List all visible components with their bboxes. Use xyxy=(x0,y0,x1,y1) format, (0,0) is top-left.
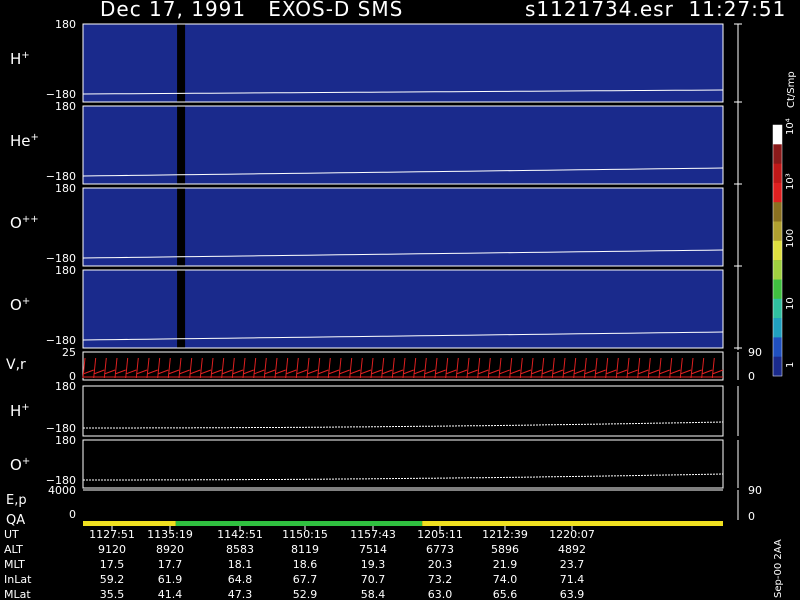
footer-note: Sep-00 2AA xyxy=(773,539,784,598)
axis-value: 23.7 xyxy=(559,558,585,571)
colorbar-tick-label: 10⁴ xyxy=(785,118,796,135)
y-tick-top: 180 xyxy=(55,18,76,31)
panel-label: O+ xyxy=(10,296,30,314)
plot-area: H+180−180He+180−180O++180−180O+180−180V,… xyxy=(6,18,796,530)
qa-y-bottom: 0 xyxy=(69,508,76,521)
axis-value: 52.9 xyxy=(292,588,318,600)
y-tick-top: 180 xyxy=(55,264,76,277)
axis-value: 18.1 xyxy=(227,558,253,571)
axis-value: 47.3 xyxy=(227,588,253,600)
y-tick-top: 180 xyxy=(55,100,76,113)
vr-right-top: 90 xyxy=(748,346,762,359)
axis-value: 35.5 xyxy=(99,588,125,600)
heatmap-data-gap xyxy=(177,270,186,348)
colorbar-step xyxy=(773,163,782,184)
colorbar-step xyxy=(773,356,782,377)
axis-value: 5896 xyxy=(491,543,519,556)
panel-label: H+ xyxy=(10,50,30,68)
axis-value: 6773 xyxy=(426,543,454,556)
colorbar-unit: Ct/Smp xyxy=(786,71,797,108)
colorbar-tick-label: 10³ xyxy=(785,173,796,190)
axis-value: 65.6 xyxy=(492,588,518,600)
axis-value: 7514 xyxy=(359,543,387,556)
line-panel-frame xyxy=(82,439,724,489)
axis-value: 8583 xyxy=(226,543,254,556)
colorbar-step xyxy=(773,298,782,319)
heatmap-data-gap xyxy=(177,106,186,184)
axis-row-label: InLat xyxy=(4,573,32,586)
y-tick-top: 180 xyxy=(55,182,76,195)
axis-value: 63.0 xyxy=(427,588,453,600)
panel-label: O++ xyxy=(10,214,39,232)
axis-row-label: ALT xyxy=(4,543,23,556)
ep-right-top: 90 xyxy=(748,484,762,497)
colorbar-step xyxy=(773,337,782,358)
axis-value: 18.6 xyxy=(292,558,318,571)
axis-row-label: MLat xyxy=(4,588,31,600)
qa-segment xyxy=(175,521,423,526)
colorbar-step xyxy=(773,144,782,164)
line-panel-label: O+ xyxy=(10,456,30,474)
vr-label: V,r xyxy=(6,357,26,373)
qa-segment xyxy=(83,521,176,526)
ep-y-top: 4000 xyxy=(48,484,76,497)
axis-row-label: UT xyxy=(4,528,19,541)
axis-value: 67.7 xyxy=(292,573,318,586)
axis-value: 63.9 xyxy=(559,588,585,600)
axis-value: 74.0 xyxy=(492,573,518,586)
axis-value: 58.4 xyxy=(360,588,386,600)
vr-y-top: 25 xyxy=(62,346,76,359)
axis-value: 1135:19 xyxy=(147,528,193,541)
colorbar-step xyxy=(773,318,782,338)
axis-value: 8119 xyxy=(291,543,319,556)
axis-value: 1205:11 xyxy=(417,528,463,541)
line-panel-frame xyxy=(82,385,724,437)
axis-value: 9120 xyxy=(98,543,126,556)
axis-value: 1142:51 xyxy=(217,528,263,541)
axis-value: 8920 xyxy=(156,543,184,556)
colorbar-step xyxy=(773,260,782,280)
colorbar-step xyxy=(773,182,782,203)
axis-value: 64.8 xyxy=(227,573,253,586)
axis-value: 61.9 xyxy=(157,573,183,586)
qa-label: QA xyxy=(6,513,25,528)
axis-value: 1220:07 xyxy=(549,528,595,541)
line-panel-y-top: 180 xyxy=(55,380,76,393)
line-panel-label: H+ xyxy=(10,402,30,420)
ep-label: E,p xyxy=(6,493,27,508)
panel-label: He+ xyxy=(10,132,39,150)
axis-value: 21.9 xyxy=(492,558,518,571)
colorbar-tick-label: 100 xyxy=(785,229,796,248)
colorbar-step xyxy=(773,202,782,222)
chart-root: Dec 17, 1991 EXOS-D SMS s1121734.esr 11:… xyxy=(0,0,800,600)
qa-segment xyxy=(422,521,723,526)
qa-right-bottom: 0 xyxy=(748,510,755,523)
axis-row-label: MLT xyxy=(4,558,25,571)
colorbar-step xyxy=(773,279,782,300)
colorbar-step xyxy=(773,221,782,242)
axis-value: 1212:39 xyxy=(482,528,528,541)
colorbar-step xyxy=(773,125,782,145)
axis-value: 70.7 xyxy=(360,573,386,586)
axis-value: 71.4 xyxy=(559,573,585,586)
axis-value: 41.4 xyxy=(157,588,183,600)
axis-value: 19.3 xyxy=(360,558,386,571)
axis-value: 59.2 xyxy=(99,573,125,586)
colorbar-tick-label: 10 xyxy=(785,297,796,310)
axis-value: 1157:43 xyxy=(350,528,396,541)
colorbar-tick-label: 1 xyxy=(785,362,796,368)
axis-value: 73.2 xyxy=(427,573,453,586)
axis-value: 20.3 xyxy=(427,558,453,571)
axis-value: 4892 xyxy=(558,543,586,556)
colorbar-step xyxy=(773,240,782,261)
heatmap-data-gap xyxy=(177,188,186,266)
axis-value: 1127:51 xyxy=(89,528,135,541)
vr-right-bottom: 0 xyxy=(748,370,755,383)
axis-value: 1150:15 xyxy=(282,528,328,541)
axis-value: 17.5 xyxy=(99,558,125,571)
axis-value: 17.7 xyxy=(157,558,183,571)
line-panel-y-top: 180 xyxy=(55,434,76,447)
heatmap-data-gap xyxy=(177,24,186,102)
